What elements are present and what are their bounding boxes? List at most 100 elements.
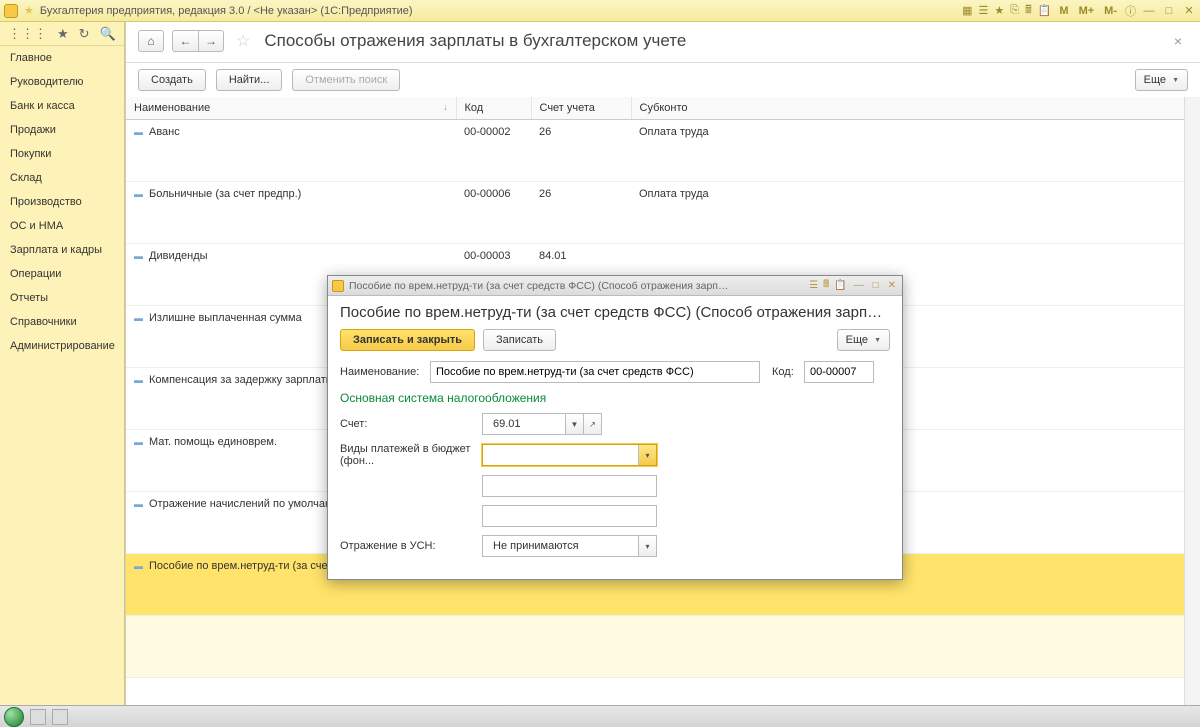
sidebar-item-warehouse[interactable]: Склад	[0, 166, 124, 190]
sidebar-item-bank[interactable]: Банк и касса	[0, 94, 124, 118]
app-title: Бухгалтерия предприятия, редакция 3.0 / …	[40, 5, 413, 17]
name-input[interactable]	[430, 361, 760, 383]
account-value: 69.01	[488, 418, 565, 430]
sidebar-item-label: Склад	[10, 172, 42, 184]
sidebar-item-label: Администрирование	[10, 340, 115, 352]
calculator-icon[interactable]: 🖩	[1025, 1, 1032, 20]
label-name: Наименование:	[340, 366, 430, 378]
dialog-logo-icon	[332, 280, 344, 292]
save-close-button[interactable]: Записать и закрыть	[340, 329, 475, 351]
taskbar-icon[interactable]	[52, 709, 68, 725]
button-label: Отменить поиск	[305, 74, 387, 86]
dialog-close-icon[interactable]: ✕	[886, 280, 898, 291]
blank-input-1[interactable]	[482, 475, 657, 497]
form-row-blank1	[340, 475, 890, 497]
taskbar-icon[interactable]	[30, 709, 46, 725]
memory-m-plus[interactable]: M+	[1077, 5, 1097, 17]
blank-input-2[interactable]	[482, 505, 657, 527]
dropdown-icon[interactable]: ▼	[565, 414, 583, 434]
col-subk[interactable]: Субконто	[631, 97, 1200, 120]
dialog-maximize-icon[interactable]: □	[871, 280, 881, 291]
col-name[interactable]: Наименование↓	[126, 97, 456, 120]
account-select[interactable]: 69.01 ▼ ↗	[482, 413, 602, 435]
calendar-icon[interactable]: 📋	[1038, 4, 1052, 17]
favorite-icon[interactable]: ★	[994, 4, 1004, 17]
dialog-tool-icon[interactable]: ☰	[809, 280, 818, 291]
row-icon: ▬	[134, 561, 143, 571]
dialog-more-button[interactable]: Еще	[837, 329, 890, 351]
form-row-payment-types: Виды платежей в бюджет (фон... ▾	[340, 443, 890, 467]
sidebar-item-directories[interactable]: Справочники	[0, 310, 124, 334]
table-row[interactable]: ▬Больничные (за счет предпр.)00-0000626О…	[126, 182, 1200, 244]
button-label: Записать	[496, 334, 543, 346]
maximize-icon[interactable]: □	[1162, 5, 1176, 17]
table-row[interactable]: ▬Аванс00-0000226Оплата труда	[126, 120, 1200, 182]
open-icon[interactable]: ↗	[583, 414, 601, 434]
star-icon[interactable]: ★	[57, 26, 69, 42]
row-icon: ▬	[134, 189, 143, 199]
favorite-star-icon[interactable]: ★	[24, 4, 34, 17]
find-button[interactable]: Найти...	[216, 69, 283, 91]
sidebar-item-assets[interactable]: ОС и НМА	[0, 214, 124, 238]
sidebar-item-salary[interactable]: Зарплата и кадры	[0, 238, 124, 262]
home-button[interactable]: ⌂	[138, 30, 164, 52]
dropdown-icon[interactable]: ▾	[638, 445, 656, 465]
col-acct[interactable]: Счет учета	[531, 97, 631, 120]
sidebar-item-label: Производство	[10, 196, 82, 208]
sidebar-item-sales[interactable]: Продажи	[0, 118, 124, 142]
sidebar-item-admin[interactable]: Администрирование	[0, 334, 124, 358]
dialog-calendar-icon[interactable]: 📋	[834, 280, 846, 291]
create-button[interactable]: Создать	[138, 69, 206, 91]
sidebar-item-production[interactable]: Производство	[0, 190, 124, 214]
sidebar-tools: ⋮⋮⋮ ★ ↻ 🔍	[0, 22, 124, 46]
dialog-toolbar: Записать и закрыть Записать Еще	[340, 329, 890, 351]
search-icon[interactable]: 🔍	[100, 26, 116, 42]
sidebar-item-label: Справочники	[10, 316, 77, 328]
close-icon[interactable]: ✕	[1182, 4, 1196, 17]
memory-m[interactable]: M	[1057, 5, 1070, 17]
col-code[interactable]: Код	[456, 97, 531, 120]
minimize-icon[interactable]: —	[1142, 5, 1156, 17]
dropdown-icon[interactable]: ▾	[638, 536, 656, 556]
form-row-acct: Счет: 69.01 ▼ ↗	[340, 413, 890, 435]
code-input[interactable]	[804, 361, 874, 383]
start-button-icon[interactable]	[4, 707, 24, 727]
sidebar-item-operations[interactable]: Операции	[0, 262, 124, 286]
sidebar-item-reports[interactable]: Отчеты	[0, 286, 124, 310]
history-icon[interactable]: ↻	[79, 26, 90, 42]
dialog-calc-icon[interactable]: 🖩	[823, 277, 829, 294]
memory-m-minus[interactable]: M-	[1102, 5, 1119, 17]
more-button[interactable]: Еще	[1135, 69, 1188, 91]
payment-types-select[interactable]: ▾	[482, 444, 657, 466]
app-titlebar: ★ Бухгалтерия предприятия, редакция 3.0 …	[0, 0, 1200, 22]
sidebar-item-manager[interactable]: Руководителю	[0, 70, 124, 94]
titlebar-right-icons: ▦ ☰ ★ ⎘ 🖩 📋 M M+ M- ⓘ — □ ✕	[962, 1, 1196, 20]
dialog-minimize-icon[interactable]: —	[852, 280, 866, 291]
save-button[interactable]: Записать	[483, 329, 556, 351]
dialog-heading: Пособие по врем.нетруд-ти (за счет средс…	[340, 304, 890, 321]
sort-icon: ↓	[443, 102, 448, 112]
button-label: Найти...	[229, 74, 270, 86]
os-taskbar[interactable]	[0, 705, 1200, 727]
favorite-outline-icon[interactable]: ☆	[236, 31, 250, 51]
label-usn: Отражение в УСН:	[340, 540, 482, 552]
forward-button[interactable]: →	[198, 30, 224, 52]
page-close-icon[interactable]: ×	[1168, 31, 1188, 51]
sidebar-item-label: Операции	[10, 268, 61, 280]
titlebar-icon[interactable]: ⎘	[1010, 4, 1019, 17]
usn-select[interactable]: Не принимаются ▾	[482, 535, 657, 557]
cancel-find-button: Отменить поиск	[292, 69, 400, 91]
info-icon[interactable]: ⓘ	[1125, 3, 1136, 19]
usn-value: Не принимаются	[488, 540, 638, 552]
titlebar-icon[interactable]: ▦	[962, 4, 972, 17]
sidebar-item-main[interactable]: Главное	[0, 46, 124, 70]
apps-icon[interactable]: ⋮⋮⋮	[8, 26, 47, 42]
label-payment-types: Виды платежей в бюджет (фон...	[340, 443, 482, 467]
sidebar-item-purchases[interactable]: Покупки	[0, 142, 124, 166]
titlebar-icon[interactable]: ☰	[979, 4, 989, 17]
dialog-titlebar[interactable]: Пособие по врем.нетруд-ти (за счет средс…	[328, 276, 902, 296]
back-button[interactable]: ←	[172, 30, 198, 52]
section-tax-system: Основная система налогообложения	[340, 391, 890, 405]
sidebar-item-label: Продажи	[10, 124, 56, 136]
vertical-scrollbar[interactable]	[1184, 97, 1200, 705]
